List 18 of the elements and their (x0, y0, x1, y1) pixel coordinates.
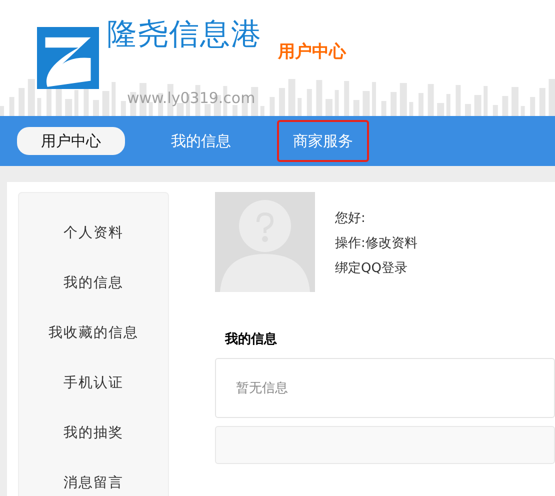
logo-icon (37, 27, 99, 89)
sidebar-item[interactable]: 我收藏的信息 (19, 303, 168, 353)
avatar-icon (215, 192, 315, 292)
section-heading: 我的信息 (225, 331, 278, 349)
sidebar-item[interactable]: 我的信息 (19, 253, 168, 303)
sidebar-item[interactable]: 个人资料 (19, 203, 168, 253)
action-label: 操作: (335, 236, 366, 251)
nav-tab[interactable]: 用户中心 (17, 126, 125, 156)
sidebar-item[interactable]: 手机认证 (19, 353, 168, 403)
sidebar-item[interactable]: 消息留言 (19, 453, 168, 496)
site-name: 隆尧信息港 (107, 20, 262, 50)
empty-message: 暂无信息 (236, 380, 288, 396)
bind-qq-link[interactable]: 绑定QQ登录 (335, 261, 408, 276)
section-title: 用户中心 (278, 41, 346, 64)
site-url: www.ly0319.com (127, 88, 256, 109)
edit-profile-link[interactable]: 修改资料 (365, 236, 418, 251)
sidebar-item[interactable]: 我的抽奖 (19, 403, 168, 453)
greeting-text: 您好: (335, 210, 366, 228)
